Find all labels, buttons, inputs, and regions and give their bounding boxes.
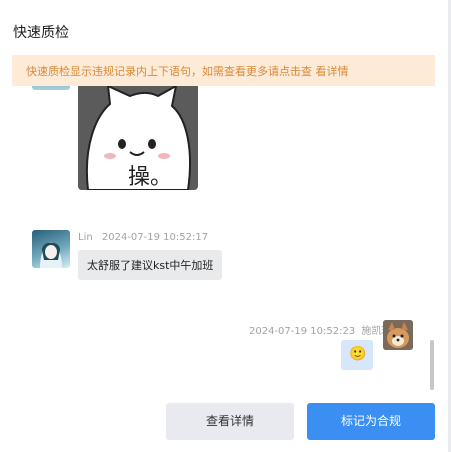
- sticker-message[interactable]: 操。: [78, 86, 198, 190]
- chat-scrollbar[interactable]: [430, 340, 434, 390]
- sticker-image: 操。: [78, 86, 198, 190]
- avatar[interactable]: [383, 320, 413, 350]
- message-meta: Lin 2024-07-19 10:52:17: [78, 232, 208, 243]
- avatar-image: [40, 242, 62, 268]
- mark-compliant-button[interactable]: 标记为合规: [307, 403, 435, 440]
- sticker-caption: 操。: [128, 165, 172, 190]
- message-time: 2024-07-19 10:52:23: [249, 326, 356, 337]
- emoji-icon: 🙂: [349, 346, 367, 362]
- notice-banner: 快速质检显示违规记录内上下语句，如需查看更多请点击查 看详情: [12, 55, 435, 86]
- sender-name: Lin: [78, 232, 93, 243]
- panel-title: 快速质检: [13, 25, 69, 41]
- chat-history[interactable]: 操。 Lin 2024-07-19 10:52:17 太舒服了建议kst中午加班…: [12, 86, 435, 386]
- message-bubble[interactable]: 太舒服了建议kst中午加班: [78, 250, 223, 280]
- avatar[interactable]: [32, 230, 70, 268]
- avatar: [32, 86, 70, 90]
- avatar-image: [383, 320, 413, 350]
- message-meta: 2024-07-19 10:52:23 施凯玲: [249, 322, 391, 337]
- emoji-bubble[interactable]: 🙂: [341, 340, 373, 370]
- view-details-button[interactable]: 查看详情: [166, 403, 294, 440]
- notice-text: 快速质检显示违规记录内上下语句，如需查看更多请点击查 看详情: [26, 65, 349, 78]
- quick-inspection-panel: 快速质检 快速质检显示违规记录内上下语句，如需查看更多请点击查 看详情 操。 L…: [0, 0, 448, 452]
- message-time: 2024-07-19 10:52:17: [101, 232, 209, 243]
